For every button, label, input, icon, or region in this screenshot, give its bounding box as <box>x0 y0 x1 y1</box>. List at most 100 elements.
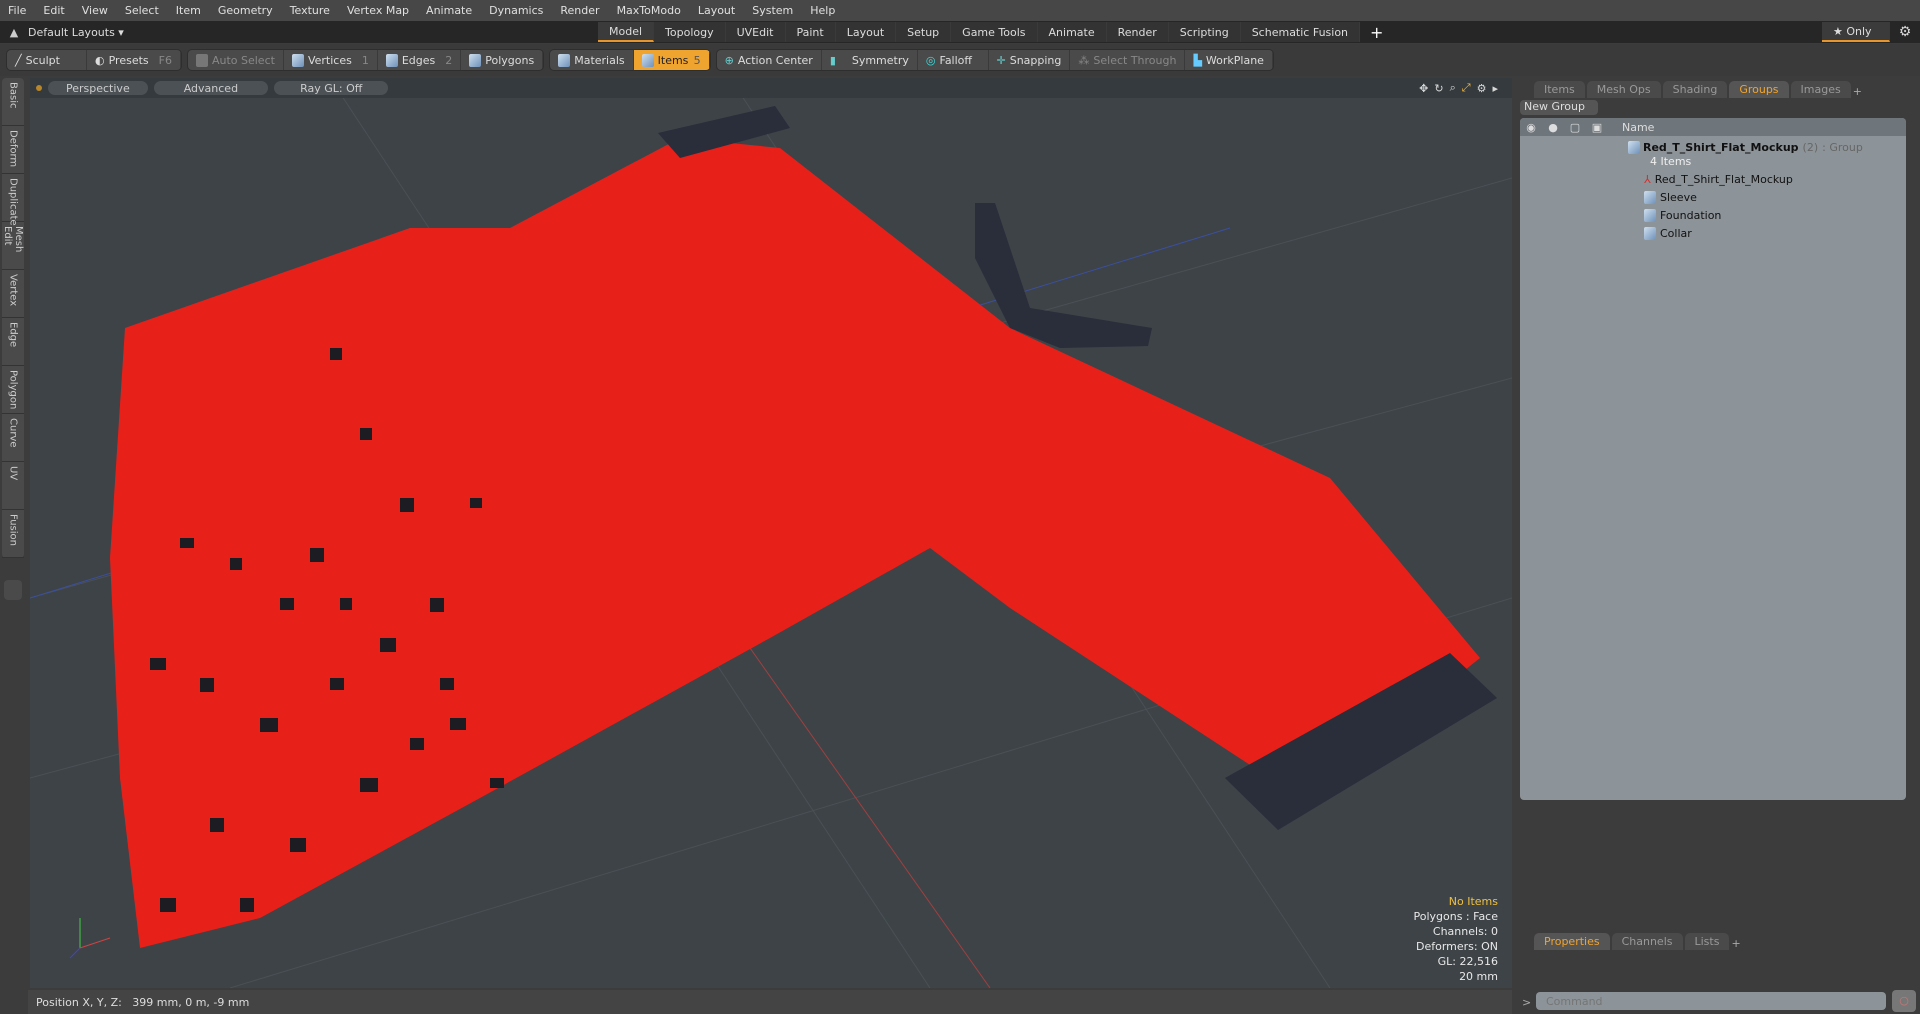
mesh-icon <box>1644 190 1656 204</box>
tab-channels[interactable]: Channels <box>1611 933 1683 950</box>
maximize-icon[interactable]: ⤢ <box>1462 81 1471 95</box>
symmetry-button[interactable]: ▮ Symmetry <box>822 50 918 70</box>
tab-properties[interactable]: Properties <box>1534 933 1610 950</box>
polygons-icon <box>469 53 482 67</box>
menu-animate[interactable]: Animate <box>426 4 472 17</box>
tab-fusion[interactable]: Fusion <box>2 510 24 558</box>
visibility-icon[interactable]: ◉ <box>1520 121 1542 134</box>
render-icon[interactable]: ● <box>1542 121 1564 134</box>
select-icon[interactable]: ▣ <box>1586 121 1608 134</box>
falloff-button[interactable]: ◎ Falloff <box>918 50 989 70</box>
menu-file[interactable]: File <box>8 4 26 17</box>
new-group-button[interactable]: New Group <box>1520 100 1598 115</box>
tab-curve[interactable]: Curve <box>2 414 24 462</box>
rotate-icon[interactable]: ↻ <box>1434 82 1443 95</box>
arrow-right-icon[interactable]: ▸ <box>1492 82 1498 95</box>
tab-layout[interactable]: Layout <box>835 22 897 42</box>
tab-basic[interactable]: Basic <box>2 78 24 126</box>
polygons-button[interactable]: Polygons <box>461 50 544 70</box>
crosshair-icon: ⊕ <box>724 53 734 67</box>
tab-topology[interactable]: Topology <box>654 22 726 42</box>
tab-scripting[interactable]: Scripting <box>1168 22 1241 42</box>
tab-schematic-fusion[interactable]: Schematic Fusion <box>1240 22 1361 42</box>
position-readout: Position X, Y, Z: 399 mm, 0 m, -9 mm <box>36 995 250 1009</box>
tab-images[interactable]: Images <box>1790 81 1851 98</box>
auto-select-button[interactable]: Auto Select <box>188 50 284 70</box>
tab-mesh-edit[interactable]: Mesh Edit <box>2 222 24 270</box>
tab-lists[interactable]: Lists <box>1684 933 1730 950</box>
3d-viewport[interactable]: Perspective Advanced Ray GL: Off ✥ ↻ ⌕ ⤢ ⚙ ▸ … <box>30 78 1512 988</box>
select-through-button[interactable]: ⁂ Select Through <box>1070 50 1186 70</box>
default-layouts-dropdown[interactable]: Default Layouts ▾ <box>28 26 598 39</box>
list-item[interactable]: ⅄ Red_T_Shirt_Flat_Mockup <box>1520 170 1906 188</box>
tab-groups[interactable]: Groups <box>1729 81 1789 98</box>
locator-icon: ⅄ <box>1644 172 1651 186</box>
tab-duplicate[interactable]: Duplicate <box>2 174 24 226</box>
pan-icon[interactable]: ✥ <box>1419 82 1428 95</box>
tab-shading[interactable]: Shading <box>1662 81 1728 98</box>
tab-polygon[interactable]: Polygon <box>2 366 24 414</box>
tab-animate[interactable]: Animate <box>1037 22 1107 42</box>
status-bar: Position X, Y, Z: 399 mm, 0 m, -9 mm <box>28 990 1512 1014</box>
only-toggle[interactable]: ★ Only <box>1822 22 1890 42</box>
gear-icon[interactable]: ⚙ <box>1890 24 1920 40</box>
record-button[interactable]: ○ <box>1892 990 1916 1012</box>
add-tab-button[interactable]: + <box>1370 23 1383 42</box>
menu-layout[interactable]: Layout <box>698 4 735 17</box>
menu-vertex-map[interactable]: Vertex Map <box>347 4 409 17</box>
shading-advanced-button[interactable]: Advanced <box>153 81 269 95</box>
raygl-button[interactable]: Ray GL: Off <box>274 81 389 95</box>
lock-icon[interactable]: ▢ <box>1564 121 1586 134</box>
presets-button[interactable]: ◐ Presets F6 <box>87 50 181 70</box>
tab-uvedit[interactable]: UVEdit <box>725 22 786 42</box>
groups-tree: ◉ ● ▢ ▣ Name Red_T_Shirt_Flat_Mockup (2) : … <box>1520 118 1906 800</box>
viewport-scene <box>30 78 1512 988</box>
menu-item[interactable]: Item <box>176 4 201 17</box>
tab-items[interactable]: Items <box>1534 81 1585 98</box>
add-tab-button[interactable]: + <box>1853 85 1862 98</box>
menu-select[interactable]: Select <box>125 4 159 17</box>
menu-edit[interactable]: Edit <box>43 4 64 17</box>
tab-edge[interactable]: Edge <box>2 318 24 366</box>
brush-icon: ╱ <box>15 53 22 67</box>
tab-vertex[interactable]: Vertex <box>2 270 24 318</box>
tab-mesh-ops[interactable]: Mesh Ops <box>1586 81 1661 98</box>
viewport-header: Perspective Advanced Ray GL: Off ✥ ↻ ⌕ ⤢ ⚙ ▸ <box>30 78 1512 98</box>
menu-system[interactable]: System <box>752 4 793 17</box>
edges-button[interactable]: Edges 2 <box>378 50 462 70</box>
snapping-icon: ✛ <box>996 53 1006 67</box>
add-tab-button[interactable]: + <box>1731 937 1740 950</box>
workplane-button[interactable]: ▙ WorkPlane <box>1185 50 1273 70</box>
layout-up-icon[interactable]: ▲ <box>0 26 28 39</box>
tab-setup[interactable]: Setup <box>896 22 952 42</box>
menu-render[interactable]: Render <box>560 4 599 17</box>
zoom-icon[interactable]: ⌕ <box>1450 81 1456 95</box>
tab-game-tools[interactable]: Game Tools <box>951 22 1038 42</box>
viewport-dot-icon[interactable] <box>36 85 42 91</box>
menu-help[interactable]: Help <box>810 4 835 17</box>
menu-view[interactable]: View <box>82 4 108 17</box>
vertices-button[interactable]: Vertices 1 <box>284 50 378 70</box>
tab-model[interactable]: Model <box>598 22 655 42</box>
tab-render[interactable]: Render <box>1106 22 1169 42</box>
menu-geometry[interactable]: Geometry <box>218 4 273 17</box>
action-center-button[interactable]: ⊕ Action Center <box>717 50 822 70</box>
items-button[interactable]: Items 5 <box>633 50 710 70</box>
list-item[interactable]: Collar <box>1520 224 1906 242</box>
menu-maxtomodo[interactable]: MaxToModo <box>617 4 681 17</box>
tool-tabs-extra-button[interactable] <box>4 580 22 600</box>
menu-dynamics[interactable]: Dynamics <box>489 4 543 17</box>
tab-paint[interactable]: Paint <box>785 22 836 42</box>
gear-icon[interactable]: ⚙ <box>1477 82 1487 95</box>
view-perspective-button[interactable]: Perspective <box>48 81 148 95</box>
snapping-button[interactable]: ✛ Snapping <box>989 50 1071 70</box>
list-item[interactable]: Foundation <box>1520 206 1906 224</box>
command-input[interactable] <box>1536 992 1886 1010</box>
list-item[interactable]: Sleeve <box>1520 188 1906 206</box>
sculpt-button[interactable]: ╱ Sculpt <box>7 50 87 70</box>
materials-button[interactable]: Materials <box>550 50 634 70</box>
tab-uv[interactable]: UV <box>2 462 24 510</box>
menu-texture[interactable]: Texture <box>290 4 330 17</box>
tab-deform[interactable]: Deform <box>2 126 24 174</box>
gl-info: GL: 22,516 <box>1437 955 1498 968</box>
